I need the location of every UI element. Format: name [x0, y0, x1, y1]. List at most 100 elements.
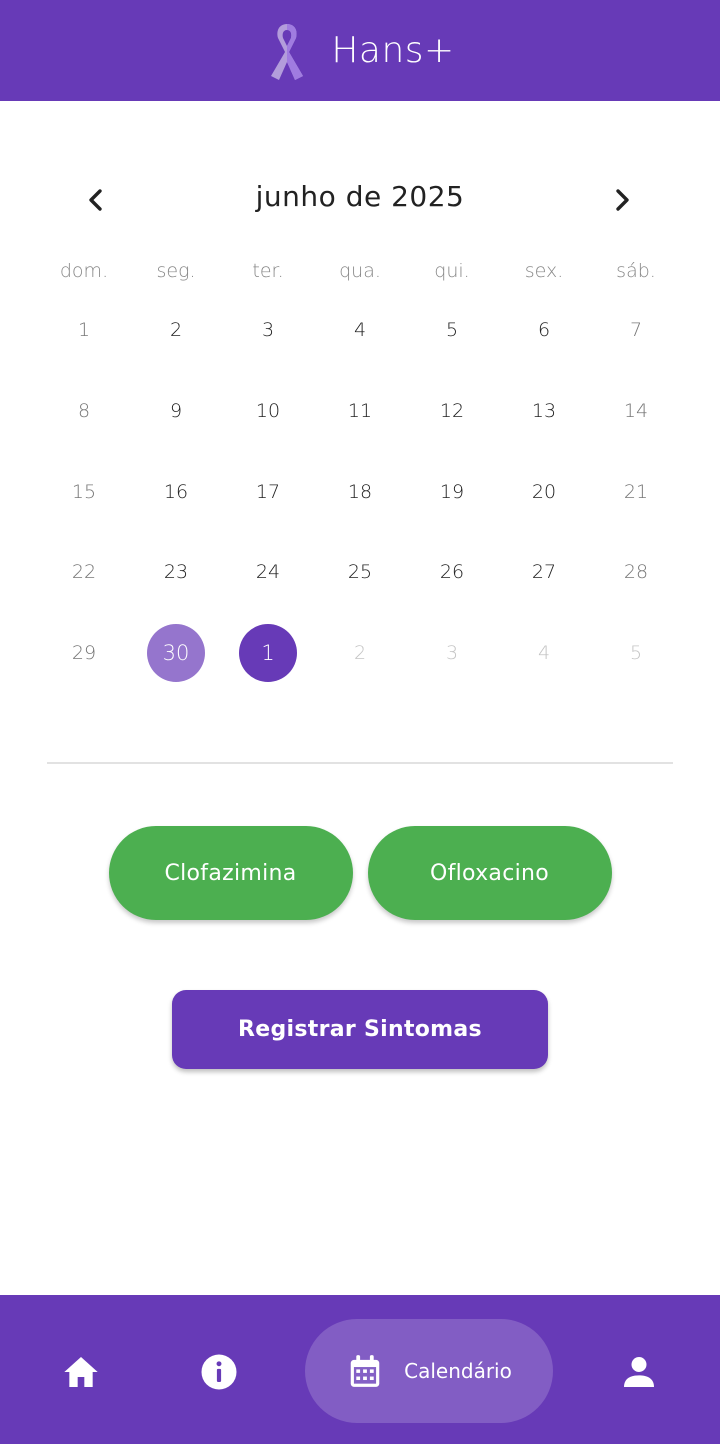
calendar-day[interactable]: 11	[314, 371, 406, 452]
calendar-day[interactable]: 17	[222, 451, 314, 532]
weekday-label: ter.	[252, 260, 284, 282]
weekday-header-row: dom. seg. ter. qua. qui. sex. sáb.	[38, 260, 682, 282]
nav-info-button[interactable]	[194, 1347, 244, 1397]
day-number: 9	[169, 400, 183, 423]
calendar-day[interactable]: 9	[130, 371, 222, 452]
day-number: 22	[71, 561, 97, 584]
weekday-label: dom.	[59, 260, 109, 282]
day-number: 21	[623, 480, 649, 503]
calendar-day[interactable]: 13	[498, 371, 590, 452]
calendar-day[interactable]: 15	[38, 451, 130, 532]
day-number: 12	[439, 400, 465, 423]
calendar-day[interactable]: 21	[590, 451, 682, 532]
calendar-day[interactable]: 25	[314, 532, 406, 613]
calendar-day[interactable]: 27	[498, 532, 590, 613]
weekday-label: sáb.	[616, 260, 656, 282]
app-title: Hans+	[331, 30, 455, 71]
register-symptoms-button[interactable]: Registrar Sintomas	[172, 990, 548, 1069]
calendar-header: junho de 2025	[0, 160, 720, 240]
calendar-day-outside[interactable]: 3	[406, 613, 498, 694]
calendar-day[interactable]: 28	[590, 532, 682, 613]
day-number: 13	[531, 400, 557, 423]
calendar-day[interactable]: 16	[130, 451, 222, 532]
calendar-day-today[interactable]: 1	[222, 613, 314, 694]
calendar-day[interactable]: 10	[222, 371, 314, 452]
nav-home-button[interactable]	[56, 1347, 106, 1397]
calendar-day[interactable]: 22	[38, 532, 130, 613]
day-number: 19	[439, 480, 465, 503]
calendar-day[interactable]: 4	[314, 290, 406, 371]
medication-buttons: Clofazimina Ofloxacino	[0, 826, 720, 920]
day-number: 14	[623, 400, 649, 423]
awareness-ribbon-icon	[271, 23, 304, 80]
chevron-right-icon	[616, 189, 629, 211]
calendar-icon	[350, 1355, 380, 1387]
day-number: 1	[77, 319, 91, 342]
calendar-day[interactable]: 14	[590, 371, 682, 452]
day-number: 25	[347, 561, 373, 584]
day-number: 2	[169, 319, 183, 342]
day-number: 26	[439, 561, 465, 584]
calendar-day[interactable]: 8	[38, 371, 130, 452]
day-number: 15	[71, 480, 97, 503]
medication-button-clofazimina[interactable]: Clofazimina	[108, 826, 353, 920]
calendar-day-outside[interactable]: 2	[314, 613, 406, 694]
calendar-day[interactable]: 2	[130, 290, 222, 371]
calendar-day-selected[interactable]: 30	[130, 613, 222, 694]
day-number: 1	[261, 641, 275, 666]
day-number: 10	[255, 400, 281, 423]
day-number: 24	[255, 561, 281, 584]
day-number: 4	[353, 319, 367, 342]
calendar-day[interactable]: 7	[590, 290, 682, 371]
day-number: 7	[629, 319, 643, 342]
day-number: 17	[255, 480, 281, 503]
calendar-day[interactable]: 29	[38, 613, 130, 694]
calendar-day[interactable]: 20	[498, 451, 590, 532]
calendar-day[interactable]: 19	[406, 451, 498, 532]
person-icon	[624, 1357, 654, 1387]
calendar-day[interactable]: 24	[222, 532, 314, 613]
calendar-day-outside[interactable]: 5	[590, 613, 682, 694]
calendar-day[interactable]: 12	[406, 371, 498, 452]
day-number: 27	[531, 561, 557, 584]
nav-calendar-label: Calendário	[404, 1359, 512, 1383]
nav-profile-button[interactable]	[614, 1347, 664, 1397]
day-number: 8	[77, 400, 91, 423]
calendar-day[interactable]: 1	[38, 290, 130, 371]
day-number: 6	[537, 319, 551, 342]
weekday-label: qui.	[434, 260, 470, 282]
calendar-day[interactable]: 18	[314, 451, 406, 532]
info-icon	[201, 1354, 237, 1390]
day-number: 3	[445, 642, 459, 665]
day-number: 29	[71, 642, 97, 665]
day-number: 5	[445, 319, 459, 342]
day-number: 3	[261, 319, 275, 342]
weekday-label: qua.	[339, 260, 381, 282]
next-month-button[interactable]	[598, 176, 646, 224]
bottom-navigation: Calendário	[0, 1295, 720, 1444]
day-number: 20	[531, 480, 557, 503]
day-number: 11	[347, 400, 373, 423]
day-number: 23	[163, 561, 189, 584]
calendar-grid: 1 2 3 4 5 6 7 8 9 10 11 12 13 14 15 16 1…	[38, 290, 682, 693]
day-number: 28	[623, 561, 649, 584]
weekday-label: sex.	[524, 260, 564, 282]
calendar-day[interactable]: 5	[406, 290, 498, 371]
nav-calendar-button[interactable]: Calendário	[305, 1319, 553, 1423]
calendar-day[interactable]: 26	[406, 532, 498, 613]
calendar-day[interactable]: 6	[498, 290, 590, 371]
day-number: 5	[629, 642, 643, 665]
app-bar: Hans+	[0, 0, 720, 101]
weekday-label: seg.	[156, 260, 196, 282]
calendar-day[interactable]: 23	[130, 532, 222, 613]
day-number: 18	[347, 480, 373, 503]
calendar-day-outside[interactable]: 4	[498, 613, 590, 694]
divider	[47, 762, 673, 764]
calendar-day[interactable]: 3	[222, 290, 314, 371]
home-icon	[64, 1357, 98, 1387]
day-number: 30	[162, 641, 190, 666]
day-number: 4	[537, 642, 551, 665]
day-number: 16	[163, 480, 189, 503]
medication-button-ofloxacino[interactable]: Ofloxacino	[367, 826, 612, 920]
day-number: 2	[353, 642, 367, 665]
